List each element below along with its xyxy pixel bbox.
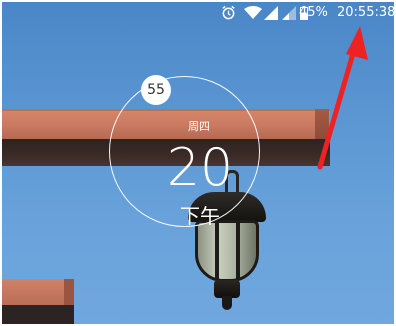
lantern-glass — [195, 220, 259, 282]
cell-signal-icon — [282, 6, 296, 20]
lower-wooden-beam-underside — [0, 305, 74, 326]
annotation-arrow — [317, 26, 368, 170]
hour-display: 20 — [166, 138, 234, 198]
seconds-badge: 55 — [141, 75, 171, 105]
lantern-frame-bar — [215, 220, 219, 280]
status-time: 20:55:38 — [337, 5, 396, 20]
lower-wooden-beam — [0, 279, 72, 305]
lantern-frame-bar — [236, 220, 240, 280]
wifi-icon — [244, 6, 262, 19]
lower-wooden-beam-end — [64, 279, 74, 305]
lantern-finial — [222, 296, 232, 310]
period-label: 下午 — [180, 204, 220, 228]
wallpaper-background: 45% 20:55:38 55 周四 20 下午 — [0, 0, 396, 326]
battery-percent: 45% — [299, 5, 328, 20]
alarm-icon — [222, 5, 235, 20]
weekday-label: 周四 — [188, 120, 210, 133]
cell-signal-icon — [264, 6, 278, 20]
